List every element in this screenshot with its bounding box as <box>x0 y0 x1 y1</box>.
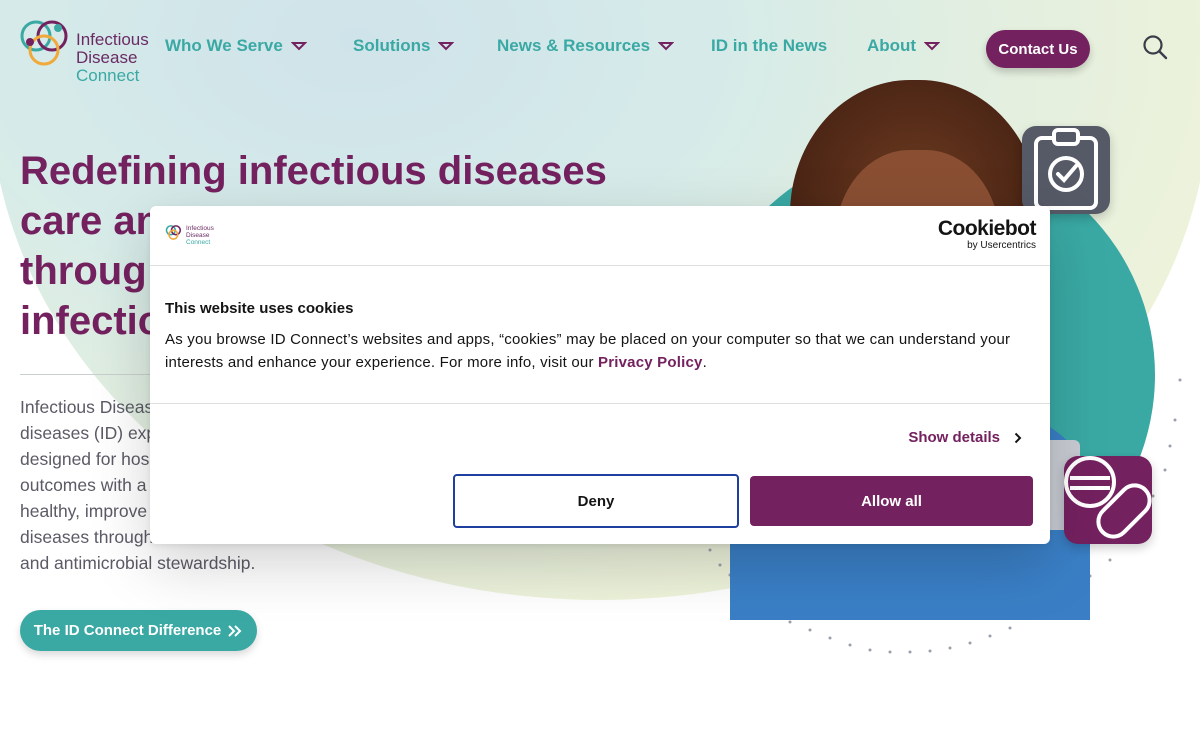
nav-id-in-the-news[interactable]: ID in the News <box>711 36 827 56</box>
cta-label: The ID Connect Difference <box>33 622 222 639</box>
show-details-label: Show details <box>908 429 1000 446</box>
logo-line-connect: Connect <box>186 239 211 246</box>
nav-label: News & Resources <box>497 36 651 55</box>
nav-about[interactable]: About <box>867 36 941 56</box>
hero-title-line: Redefining infectious diseases <box>20 149 607 193</box>
cookie-dialog-header: Infectious Disease Connect Cookiebot by … <box>150 206 1050 266</box>
site-header: Infectious Disease Connect Who We Serve … <box>0 0 1200 100</box>
cookiebot-byline: by Usercentrics <box>967 240 1036 251</box>
show-details-button[interactable]: Show details <box>908 429 1022 446</box>
chevron-right-icon <box>1014 432 1022 443</box>
cookie-dialog-text: As you browse ID Connect’s websites and … <box>165 328 1035 374</box>
dialog-logo-wordmark: Infectious Disease Connect <box>186 225 214 246</box>
logo-line-infectious: Infectious <box>186 225 214 232</box>
logo-wordmark: Infectious Disease Connect <box>76 31 149 85</box>
logo-line-disease: Disease <box>76 48 138 67</box>
allow-all-button[interactable]: Allow all <box>750 476 1033 526</box>
nav-label: ID in the News <box>711 36 828 55</box>
pill-icon <box>1064 456 1152 544</box>
site-logo[interactable]: Infectious Disease Connect <box>18 16 158 85</box>
chevron-down-icon <box>290 42 307 51</box>
dialog-site-logo: Infectious Disease Connect <box>164 224 224 248</box>
privacy-policy-link[interactable]: Privacy Policy <box>598 354 703 371</box>
chevron-down-icon <box>438 42 455 51</box>
chevron-down-icon <box>658 42 675 51</box>
logo-line-connect: Connect <box>76 66 140 85</box>
clipboard-check-icon <box>1022 126 1110 214</box>
cookie-consent-dialog: Infectious Disease Connect Cookiebot by … <box>150 206 1050 544</box>
deny-button[interactable]: Deny <box>453 474 739 528</box>
nav-label: About <box>867 36 917 55</box>
double-chevron-right-icon <box>228 624 242 637</box>
logo-line-disease: Disease <box>186 232 210 239</box>
hero-body-line: and antimicrobial stewardship. <box>20 553 256 573</box>
nav-label: Who We Serve <box>165 36 283 55</box>
id-connect-difference-button[interactable]: The ID Connect Difference <box>20 610 257 651</box>
nav-news-resources[interactable]: News & Resources <box>497 36 675 56</box>
cookiebot-name: Cookiebot <box>937 217 1037 240</box>
cookie-dialog-divider <box>150 403 1050 404</box>
logo-mark-icon <box>20 20 68 66</box>
cookie-text-body: As you browse ID Connect’s websites and … <box>165 331 1011 371</box>
chevron-down-icon <box>924 42 941 51</box>
nav-who-we-serve[interactable]: Who We Serve <box>165 36 307 56</box>
cookiebot-logo[interactable]: Cookiebot by Usercentrics <box>937 217 1037 252</box>
cookie-text-end: . <box>702 354 707 371</box>
logo-mark-icon <box>165 225 182 240</box>
contact-us-button[interactable]: Contact Us <box>986 30 1090 68</box>
cookie-dialog-title: This website uses cookies <box>165 300 354 317</box>
logo-line-infectious: Infectious <box>76 30 149 49</box>
nav-label: Solutions <box>353 36 431 55</box>
search-icon[interactable] <box>1142 34 1168 60</box>
nav-solutions[interactable]: Solutions <box>353 36 455 56</box>
